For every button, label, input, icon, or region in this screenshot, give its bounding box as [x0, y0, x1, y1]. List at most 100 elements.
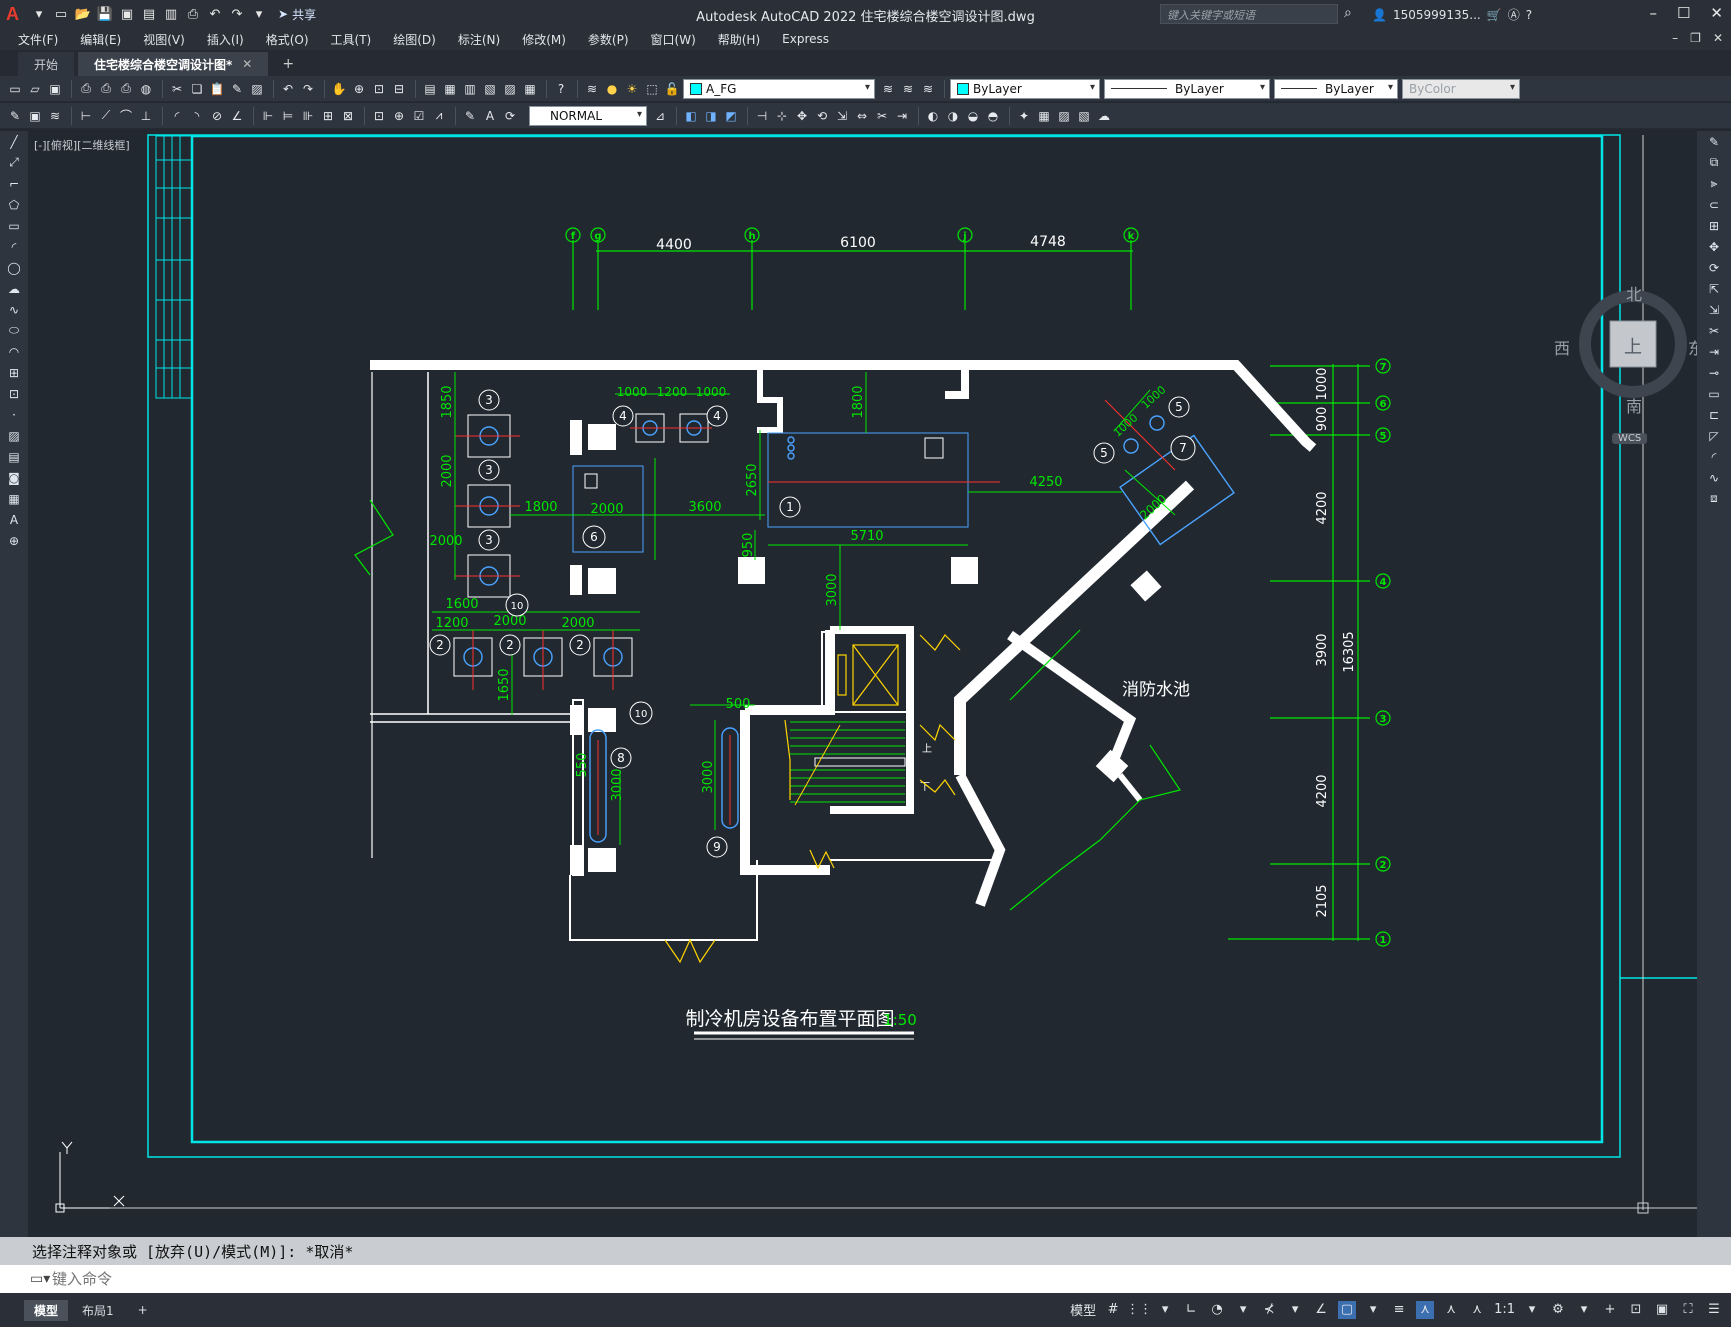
doc-restore-icon[interactable]: ❐	[1690, 31, 1701, 45]
save-web-icon[interactable]: ▥	[162, 5, 180, 23]
lineweight-dropdown[interactable]: ByLayer ▾	[1274, 78, 1398, 99]
mtext-icon[interactable]: A	[0, 509, 28, 530]
linetype-dropdown[interactable]: ByLayer ▾	[1104, 78, 1270, 99]
erase-icon[interactable]: ◧	[682, 107, 700, 125]
insert-block-icon[interactable]: ⊞	[0, 362, 28, 383]
auto-scale-icon[interactable]: ⋏	[1442, 1301, 1460, 1319]
wcs-menu[interactable]: WCS	[1612, 433, 1648, 444]
osnap-tracking-icon[interactable]: ⊀	[1260, 1301, 1278, 1319]
help-icon[interactable]: ?	[1526, 8, 1532, 22]
open-web-icon[interactable]: ▤	[140, 5, 158, 23]
point-icon[interactable]: ·	[0, 404, 28, 425]
close-icon[interactable]: ✕	[1710, 4, 1723, 22]
plus-icon[interactable]: +	[1601, 1301, 1619, 1319]
plot-icon[interactable]: ⎙	[77, 80, 95, 98]
add-layout-button[interactable]: +	[128, 1301, 158, 1319]
aligned-dim-icon[interactable]: ⟋	[97, 107, 115, 125]
baseline-dim-icon[interactable]: ⊨	[279, 107, 297, 125]
plot-preview-icon[interactable]: ⎙	[97, 80, 115, 98]
annotation-scale-value[interactable]: 1:1	[1494, 1302, 1515, 1317]
compass-south[interactable]: 南	[1626, 393, 1642, 417]
chevron-down-icon[interactable]: ▾	[1234, 1301, 1252, 1319]
layer-previous-icon[interactable]: ≋	[899, 80, 917, 98]
command-input[interactable]	[52, 1270, 952, 1288]
graphics-performance-icon[interactable]: ▣	[1653, 1301, 1671, 1319]
ellipse-arc-icon[interactable]: ◠	[0, 341, 28, 362]
copy-icon[interactable]: ⧉	[1697, 152, 1731, 173]
publish-icon[interactable]: ⎙	[117, 80, 135, 98]
viewcube[interactable]: 北 南 东 西 上 WCS	[1554, 281, 1697, 451]
quick-dim-icon[interactable]: ⊩	[259, 107, 277, 125]
make-current-layer-icon[interactable]: ≋	[879, 80, 897, 98]
user-account[interactable]: 👤 1505999135... 🛒 Ⓐ ?	[1372, 6, 1532, 23]
menu-parametric[interactable]: 参数(P)	[588, 31, 629, 48]
angular-dim-icon[interactable]: ∠	[228, 107, 246, 125]
chevron-down-icon[interactable]: ▾	[1364, 1301, 1382, 1319]
snap-icon[interactable]: ⋮⋮	[1126, 1301, 1152, 1319]
center-mark-icon[interactable]: ⊕	[390, 107, 408, 125]
dim-text-edit-icon[interactable]: A	[481, 107, 499, 125]
qselect-icon[interactable]: ✎	[6, 107, 24, 125]
new-tab-button[interactable]: +	[272, 52, 304, 76]
continue-dim-icon[interactable]: ⊪	[299, 107, 317, 125]
join-icon[interactable]: ⊏	[1697, 404, 1731, 425]
chevron-down-icon[interactable]: ▾	[1523, 1301, 1541, 1319]
maximize-icon[interactable]: ☐	[1677, 4, 1690, 22]
autocad-logo-icon[interactable]: A	[6, 4, 26, 24]
join-icon[interactable]: ◑	[944, 107, 962, 125]
dim-edit-icon[interactable]: ✎	[461, 107, 479, 125]
color-dropdown[interactable]: ByLayer ▾	[950, 78, 1100, 99]
tool-palettes-icon[interactable]: ▥	[461, 80, 479, 98]
move-icon[interactable]: ✥	[793, 107, 811, 125]
blend-icon[interactable]: ∿	[1697, 467, 1731, 488]
compass-west[interactable]: 西	[1554, 335, 1570, 359]
menu-view[interactable]: 视图(V)	[143, 31, 185, 48]
layer-on-icon[interactable]: ●	[603, 80, 621, 98]
help-icon[interactable]: ?	[552, 80, 570, 98]
gear-icon[interactable]: ⚙	[1549, 1301, 1567, 1319]
copy-icon[interactable]: ❏	[188, 80, 206, 98]
chamfer-icon[interactable]: ◸	[1697, 425, 1731, 446]
draworder-icon[interactable]: ▦	[1035, 107, 1053, 125]
rectangle-icon[interactable]: ▭	[0, 215, 28, 236]
customize-qat-icon[interactable]: ▾	[250, 5, 268, 23]
offset-icon[interactable]: ⊣	[753, 107, 771, 125]
jogged-dim-icon[interactable]: ◝	[188, 107, 206, 125]
search-icon[interactable]: ⌕	[1344, 5, 1352, 21]
circle-icon[interactable]: ◯	[0, 257, 28, 278]
pan-icon[interactable]: ✋	[330, 80, 348, 98]
arc-icon[interactable]: ◜	[0, 236, 28, 257]
chevron-down-icon[interactable]: ▾	[30, 5, 48, 23]
linear-dim-icon[interactable]: ⊢	[77, 107, 95, 125]
scale-icon[interactable]: ⇲	[833, 107, 851, 125]
fullscreen-icon[interactable]: ⛶	[1679, 1301, 1697, 1319]
polygon-icon[interactable]: ⬠	[0, 194, 28, 215]
hatch-icon[interactable]: ▨	[0, 425, 28, 446]
menu-help[interactable]: 帮助(H)	[718, 31, 760, 48]
dim-layer-icon[interactable]: ≋	[46, 107, 64, 125]
menu-format[interactable]: 格式(O)	[266, 31, 309, 48]
extend-icon[interactable]: ⇥	[1697, 341, 1731, 362]
new-file-icon[interactable]: ▭	[52, 5, 70, 23]
chevron-down-icon[interactable]: ▾	[1286, 1301, 1304, 1319]
zoom-previous-icon[interactable]: ⊟	[390, 80, 408, 98]
tab-start[interactable]: 开始	[18, 52, 75, 76]
properties-icon[interactable]: ▤	[421, 80, 439, 98]
redo-icon[interactable]: ↷	[228, 5, 246, 23]
dim-update-icon[interactable]: ⟳	[501, 107, 519, 125]
menu-icon[interactable]: ☰	[1705, 1301, 1723, 1319]
break-icon[interactable]: ▭	[1697, 383, 1731, 404]
cart-icon[interactable]: 🛒	[1487, 8, 1502, 22]
revcloud-icon[interactable]: ☁	[0, 278, 28, 299]
break-icon[interactable]: ◐	[924, 107, 942, 125]
rotate-icon[interactable]: ⟳	[1697, 257, 1731, 278]
layer-freeze-icon[interactable]: ☀	[623, 80, 641, 98]
lineweight-icon[interactable]: ≡	[1390, 1301, 1408, 1319]
save-icon[interactable]: ▣	[46, 80, 64, 98]
stretch-icon[interactable]: ⇲	[1697, 299, 1731, 320]
make-block-icon[interactable]: ⊡	[0, 383, 28, 404]
open-icon[interactable]: ▱	[26, 80, 44, 98]
object-snap-icon[interactable]: ▢	[1338, 1300, 1357, 1319]
menu-insert[interactable]: 插入(I)	[207, 31, 244, 48]
paste-icon[interactable]: 📋	[208, 80, 226, 98]
